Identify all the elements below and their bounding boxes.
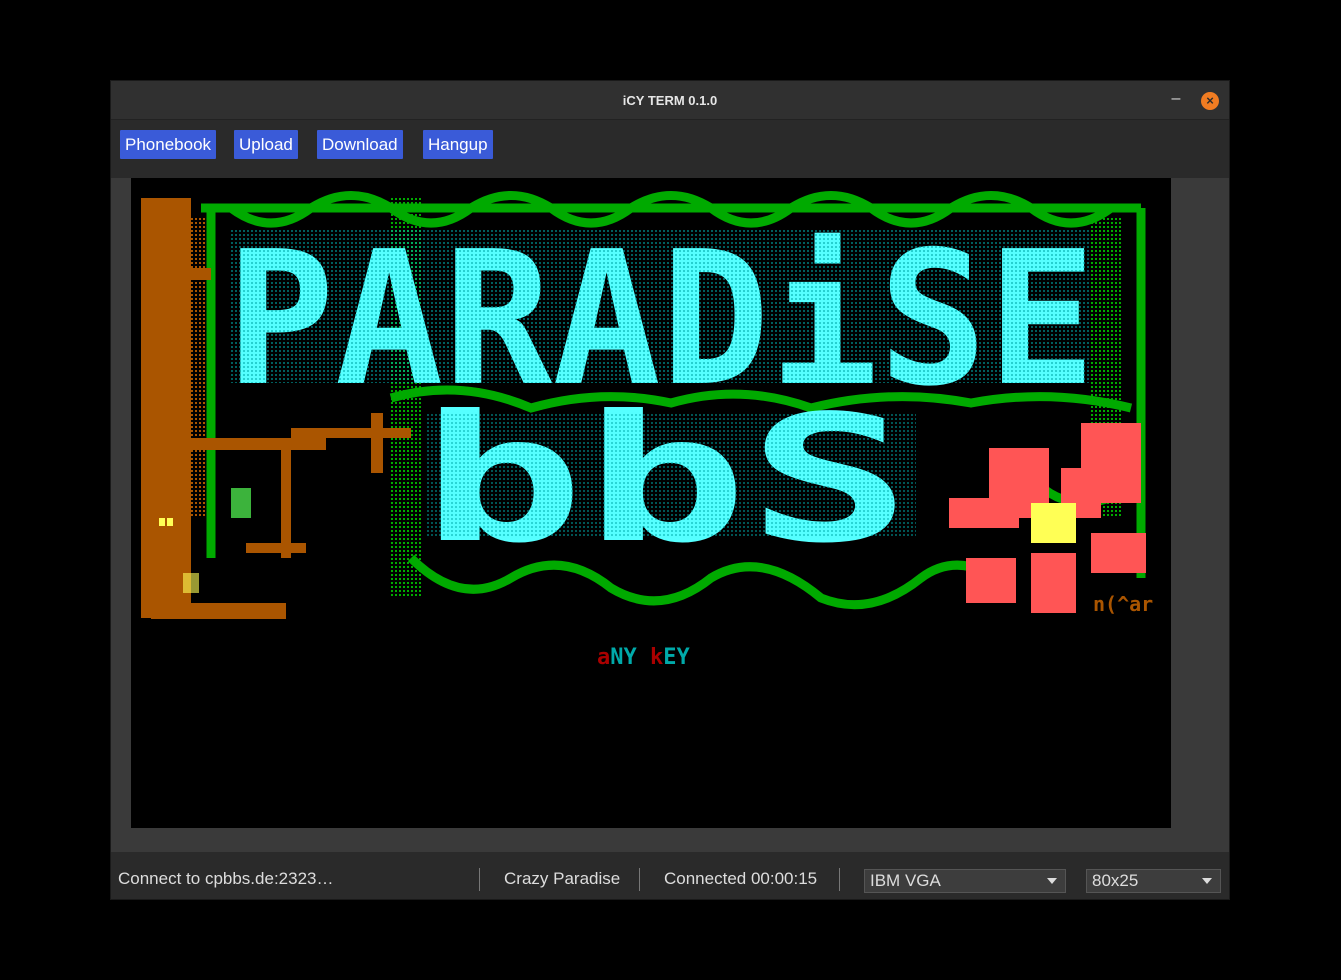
artist-tag: n(^ar	[1093, 592, 1153, 616]
status-divider	[839, 868, 840, 891]
chevron-down-icon	[1047, 878, 1057, 884]
terminal-screen[interactable]: PARADiSE bbS n(^ar aNY kEY	[131, 178, 1171, 828]
toolbar: Phonebook Upload Download Hangup	[111, 120, 1229, 178]
screen-mode-select[interactable]: 80x25	[1086, 869, 1221, 893]
phonebook-button[interactable]: Phonebook	[120, 130, 217, 159]
prompt-ny: NY	[610, 645, 650, 670]
minimize-icon[interactable]: –	[1169, 91, 1183, 107]
terminal-area: PARADiSE bbS n(^ar aNY kEY	[111, 178, 1229, 852]
status-divider	[479, 868, 480, 891]
prompt-a: a	[597, 645, 610, 670]
window-title: iCY TERM 0.1.0	[622, 92, 718, 108]
status-bar: Connect to cpbbs.de:2323… Crazy Paradise…	[111, 852, 1229, 899]
ansi-art: PARADiSE bbS n(^ar aNY kEY	[141, 191, 1153, 670]
font-select-value: IBM VGA	[870, 871, 941, 890]
close-icon[interactable]: ×	[1201, 92, 1219, 110]
any-key-prompt: aNY kEY	[597, 645, 690, 670]
flower-center	[1031, 503, 1076, 543]
connect-status: Connect to cpbbs.de:2323…	[118, 869, 334, 888]
screen-mode-value: 80x25	[1092, 871, 1139, 890]
download-button[interactable]: Download	[317, 130, 403, 159]
upload-button[interactable]: Upload	[234, 130, 298, 159]
connection-timer: Connected 00:00:15	[664, 869, 818, 888]
prompt-ey: EY	[663, 645, 690, 670]
bbs-name: Crazy Paradise	[504, 869, 621, 888]
title-bar[interactable]: iCY TERM 0.1.0 – ×	[111, 81, 1229, 120]
status-divider	[639, 868, 640, 891]
app-window: iCY TERM 0.1.0 – × Phonebook Upload Down…	[111, 81, 1229, 899]
chevron-down-icon	[1202, 878, 1212, 884]
hangup-button[interactable]: Hangup	[423, 130, 493, 159]
font-select[interactable]: IBM VGA	[864, 869, 1066, 893]
prompt-k: k	[650, 645, 663, 670]
